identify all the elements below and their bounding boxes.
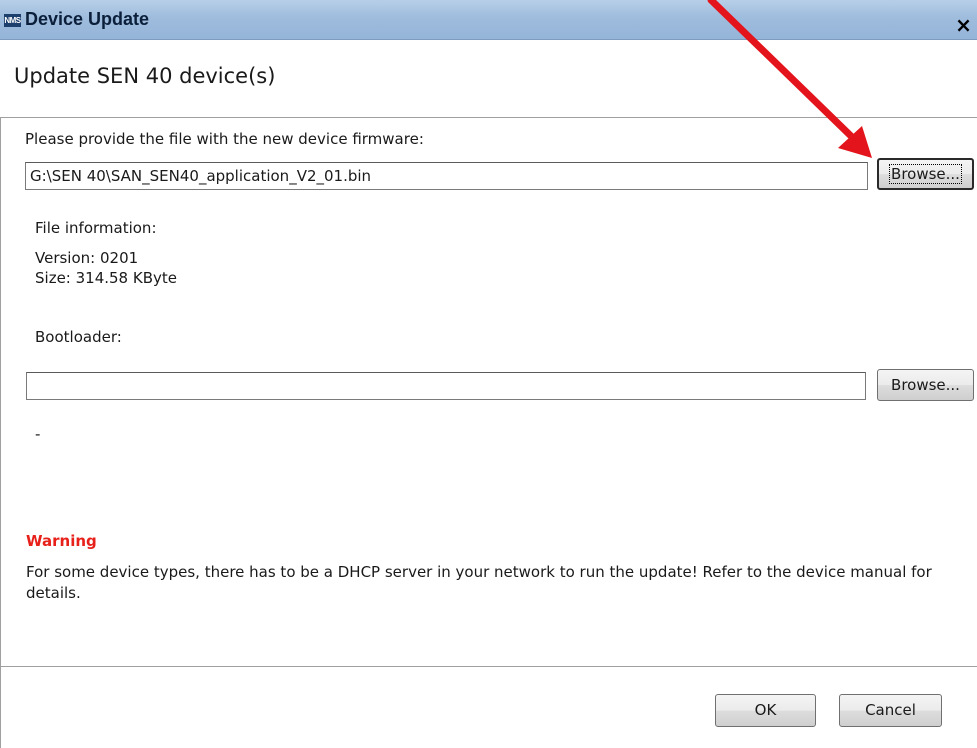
close-icon: × (955, 13, 972, 37)
bootloader-label: Bootloader: (35, 328, 122, 346)
warning-text: For some device types, there has to be a… (26, 563, 932, 602)
title-bar: NMS Device Update × (0, 0, 977, 40)
page-title: Update SEN 40 device(s) (14, 64, 276, 88)
firmware-browse-label: Browse... (889, 164, 962, 184)
ok-button-label: OK (754, 701, 777, 719)
window-title: Device Update (25, 9, 150, 29)
cancel-button-label: Cancel (865, 701, 916, 719)
device-update-dialog: NMS Device Update × Update SEN 40 device… (0, 0, 977, 748)
firmware-prompt: Please provide the file with the new dev… (25, 130, 424, 148)
dialog-footer: OK Cancel (0, 666, 977, 748)
firmware-browse-button[interactable]: Browse... (877, 158, 974, 190)
ok-button[interactable]: OK (715, 694, 816, 727)
bootloader-file-input[interactable] (26, 372, 866, 400)
file-size: Size: 314.58 KByte (35, 269, 177, 287)
bootloader-info: - (35, 425, 41, 443)
close-button[interactable]: × (950, 12, 977, 38)
bootloader-browse-button[interactable]: Browse... (877, 369, 974, 401)
app-logo-icon: NMS (4, 14, 21, 27)
firmware-file-input[interactable]: G:\SEN 40\SAN_SEN40_application_V2_01.bi… (25, 162, 868, 190)
header-panel: Update SEN 40 device(s) (0, 40, 977, 118)
cancel-button[interactable]: Cancel (839, 694, 942, 727)
file-info-heading: File information: (35, 219, 157, 237)
warning-title: Warning (26, 532, 97, 550)
bootloader-browse-label: Browse... (891, 376, 960, 394)
file-version: Version: 0201 (35, 249, 139, 267)
content-panel: Please provide the file with the new dev… (0, 118, 977, 666)
